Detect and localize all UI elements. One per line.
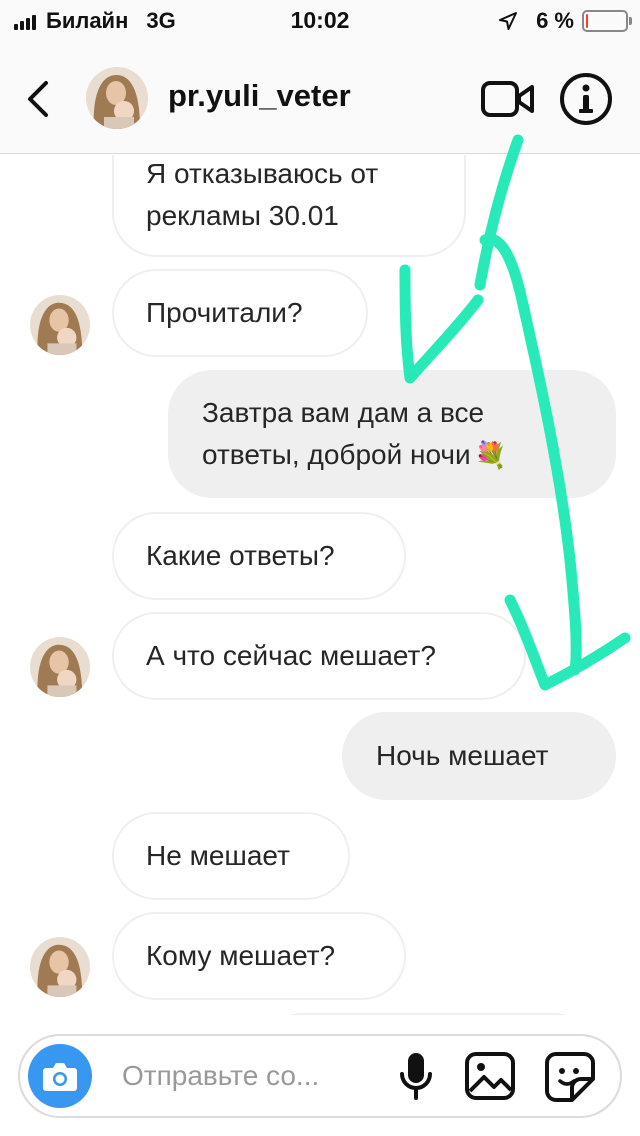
message-text: А что сейчас мешает? [146,640,436,671]
location-icon [499,12,518,30]
message-text: Завтра вам дам а все [202,397,485,428]
message-bubble-partial[interactable] [258,1013,598,1015]
message-text: Я отказываюсь от [146,158,379,189]
message-text: Ночь мешает [376,740,549,771]
battery-fill [586,14,589,28]
chat-header: pr.yuli_veter [0,40,640,154]
gallery-icon[interactable] [464,1051,516,1101]
avatar-photo [86,67,148,129]
message-bubble[interactable]: А что сейчас мешает? [112,612,526,700]
sticker-icon[interactable] [544,1051,596,1103]
message-text: рекламы 30.01 [146,200,339,231]
avatar[interactable] [86,67,148,129]
bouquet-icon: 💐 [474,440,508,470]
avatar[interactable] [30,937,90,997]
info-icon[interactable] [558,71,614,127]
chevron-left-icon[interactable] [20,75,56,123]
message-text: Какие ответы? [146,540,335,571]
avatar-photo [30,937,90,997]
message-bubble[interactable]: Завтра вам дам а все ответы, доброй ночи… [168,370,616,498]
camera-button[interactable] [28,1044,92,1108]
battery-icon [582,10,632,32]
message-text: Не мешает [146,840,290,871]
battery-percent: 6 % [536,8,574,33]
avatar[interactable] [30,295,90,355]
avatar-photo [30,637,90,697]
avatar-photo [30,295,90,355]
camera-icon [43,1063,77,1091]
chat-username[interactable]: pr.yuli_veter [168,78,351,114]
message-list[interactable]: Я отказываюсь от рекламы 30.01 Прочитали… [0,155,640,1015]
message-bubble[interactable]: Какие ответы? [112,512,406,600]
status-bar: Билайн 3G 10:02 6 % [0,0,640,40]
message-bubble[interactable]: Не мешает [112,812,350,900]
status-right: 6 % [498,8,632,34]
message-text: Кому мешает? [146,940,336,971]
avatar[interactable] [30,637,90,697]
message-input[interactable] [122,1056,382,1096]
video-camera-icon[interactable] [480,78,536,120]
message-composer [18,1034,622,1118]
message-text: ответы, доброй ночи [202,439,471,470]
microphone-icon[interactable] [396,1050,436,1102]
message-bubble[interactable]: Ночь мешает [342,712,616,800]
message-text: Прочитали? [146,297,303,328]
message-bubble[interactable]: Прочитали? [112,269,368,357]
message-bubble[interactable]: Кому мешает? [112,912,406,1000]
message-bubble[interactable]: Я отказываюсь от рекламы 30.01 [112,155,466,257]
